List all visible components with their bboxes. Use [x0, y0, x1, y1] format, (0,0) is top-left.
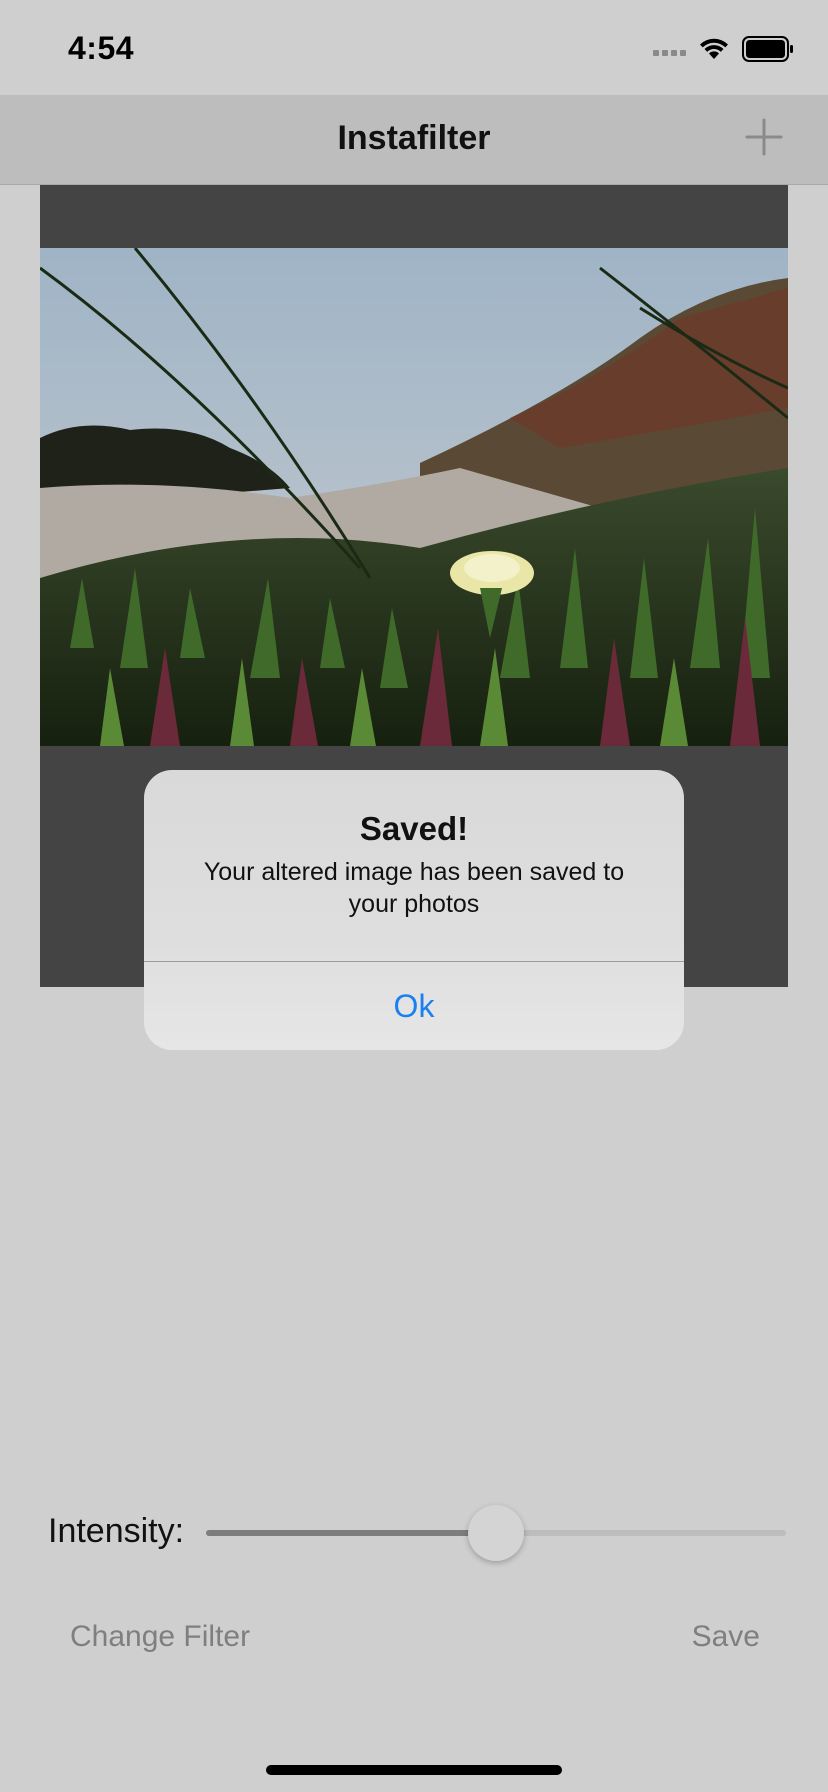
nav-title: Instafilter	[337, 119, 491, 157]
alert-ok-button[interactable]: Ok	[144, 962, 684, 1050]
home-indicator[interactable]	[266, 1765, 562, 1775]
navigation-bar: Instafilter	[0, 95, 828, 185]
status-icons	[653, 36, 794, 62]
cellular-signal-icon	[653, 42, 686, 56]
intensity-label: Intensity:	[48, 1512, 185, 1550]
status-time: 4:54	[68, 30, 135, 66]
plus-icon[interactable]	[742, 115, 786, 159]
battery-icon	[742, 36, 793, 62]
save-button[interactable]: Save	[692, 1620, 760, 1654]
slider-fill	[206, 1530, 496, 1536]
alert-title: Saved!	[359, 810, 469, 847]
saved-alert: Saved! Your altered image has been saved…	[144, 770, 684, 1050]
slider-thumb[interactable]	[468, 1505, 524, 1561]
intensity-slider[interactable]	[206, 1505, 786, 1561]
change-filter-button[interactable]: Change Filter	[70, 1620, 250, 1654]
filtered-photo	[40, 248, 788, 746]
wifi-icon	[700, 38, 728, 59]
screen: 4:54 Instafilter Saved! Your altered ima…	[0, 0, 828, 1792]
alert-message: Your altered image has been saved to you…	[203, 858, 625, 918]
